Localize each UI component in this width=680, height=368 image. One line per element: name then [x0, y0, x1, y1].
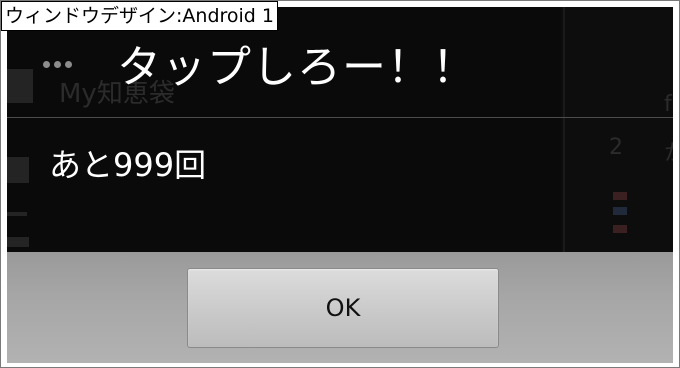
dialog-message: あと999回 — [49, 146, 207, 184]
alert-dialog: タップしろー！！ あと999回 OK — [7, 7, 673, 363]
dialog-title: タップしろー！！ — [117, 42, 477, 93]
ok-button[interactable]: OK — [187, 268, 499, 348]
screenshot-frame: My知恵袋 f 2 か タップしろー！！ あと999回 OK ウィンドウデザイン… — [0, 0, 680, 368]
title-divider — [7, 117, 673, 118]
dialog-button-bar: OK — [7, 252, 673, 363]
more-dots-icon — [43, 61, 72, 68]
window-caption: ウィンドウデザイン:Android 1 — [1, 1, 278, 31]
